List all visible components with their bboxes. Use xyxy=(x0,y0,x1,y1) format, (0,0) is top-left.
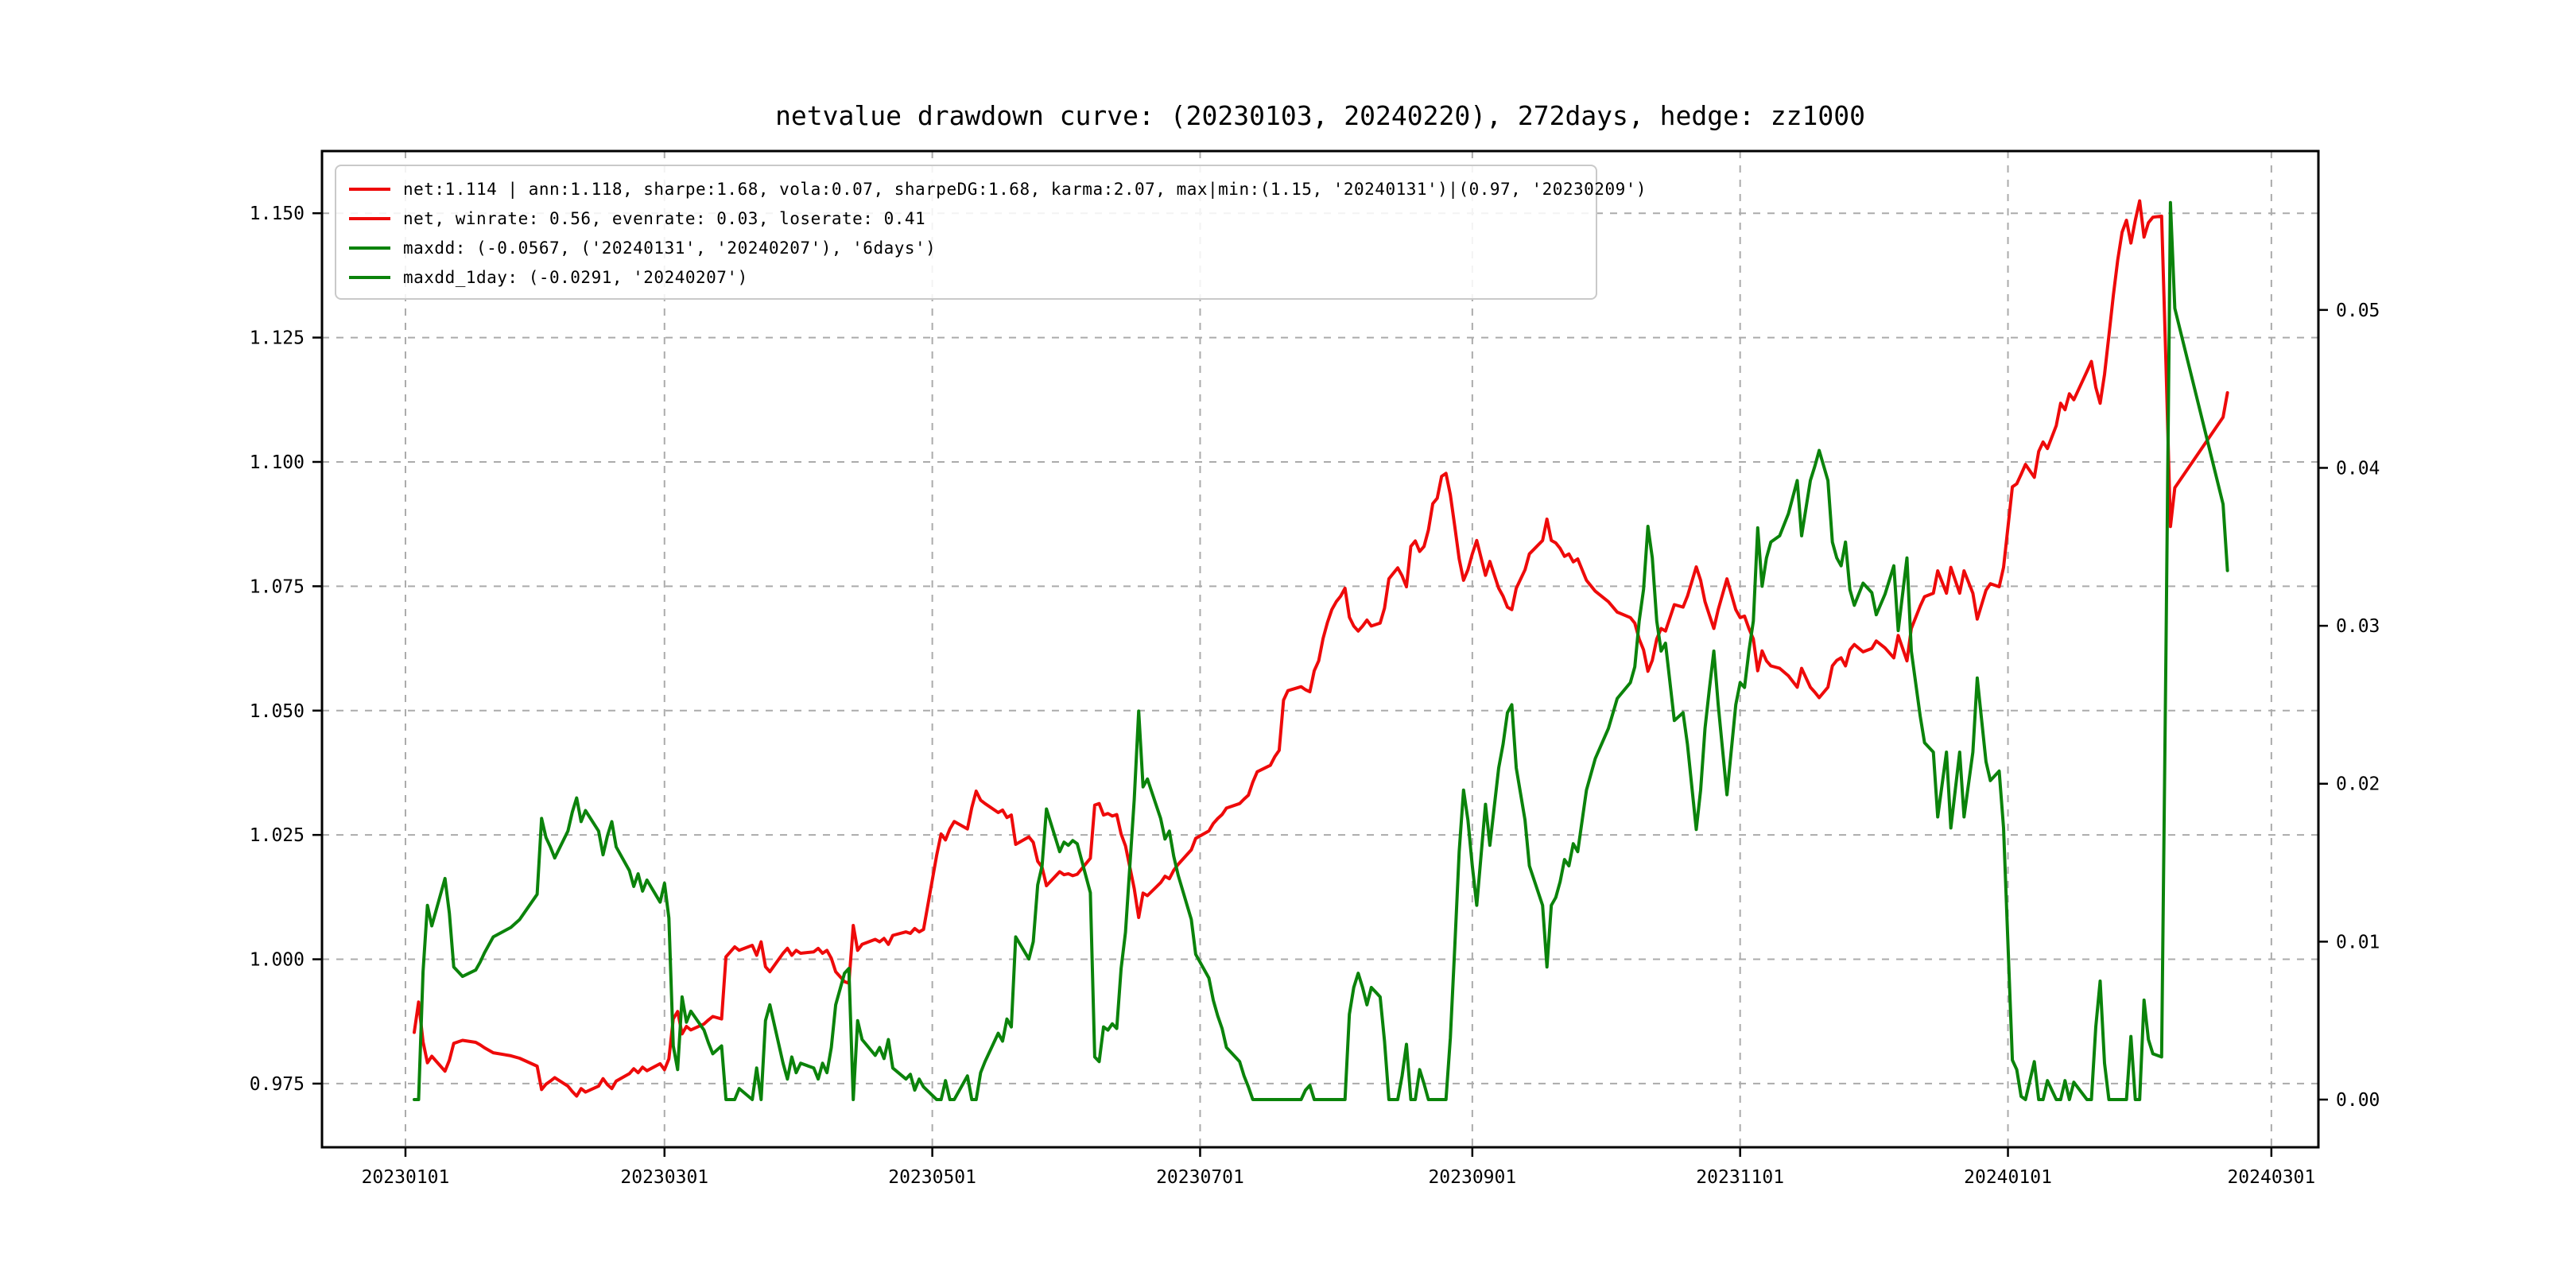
y-left-tick-label: 1.125 xyxy=(250,328,305,349)
y-left-tick-label: 1.025 xyxy=(250,825,305,846)
y-right-tick-label: 0.01 xyxy=(2336,932,2380,952)
y-left-tick-label: 1.050 xyxy=(250,701,305,722)
x-tick-label: 20240101 xyxy=(1964,1167,2052,1188)
tick-marks xyxy=(312,213,2328,1157)
series-lines xyxy=(414,201,2228,1100)
legend-label: maxdd: (-0.0567, ('20240131', '20240207'… xyxy=(403,239,936,258)
y-right-tick-label: 0.05 xyxy=(2336,301,2380,321)
x-tick-label: 20230701 xyxy=(1156,1167,1244,1188)
y-right-tick-label: 0.02 xyxy=(2336,774,2380,795)
figure: 20230101 20230301 20230501 20230701 20230901… xyxy=(0,0,2576,1288)
legend-label: net, winrate: 0.56, evenrate: 0.03, lose… xyxy=(403,209,925,228)
y-right-tick-label: 0.04 xyxy=(2336,458,2380,479)
legend-item-maxdd-1day: maxdd_1day: (-0.0291, '20240207') xyxy=(349,262,1596,292)
legend-item-net-rates: net, winrate: 0.56, evenrate: 0.03, lose… xyxy=(349,204,1596,233)
y-left-tick-label: 1.150 xyxy=(250,204,305,224)
maxdd-line-swatch xyxy=(349,246,390,250)
x-tick-label: 20230901 xyxy=(1428,1167,1516,1188)
legend-label: net:1.114 | ann:1.118, sharpe:1.68, vola… xyxy=(403,180,1647,199)
x-tick-label: 20240301 xyxy=(2227,1167,2315,1188)
maxdd-1day-line-swatch xyxy=(349,276,390,279)
x-tick-label: 20231101 xyxy=(1696,1167,1784,1188)
tick-labels: 20230101 20230301 20230501 20230701 20230901… xyxy=(250,204,2380,1188)
y-left-tick-label: 1.000 xyxy=(250,950,305,971)
net-line-swatch xyxy=(349,217,390,220)
legend-item-maxdd: maxdd: (-0.0567, ('20240131', '20240207'… xyxy=(349,233,1596,262)
net-line-swatch xyxy=(349,188,390,191)
legend-item-net-stats: net:1.114 | ann:1.118, sharpe:1.68, vola… xyxy=(349,174,1596,204)
legend-label: maxdd_1day: (-0.0291, '20240207') xyxy=(403,268,748,287)
x-tick-label: 20230101 xyxy=(362,1167,450,1188)
y-left-tick-label: 1.075 xyxy=(250,576,305,597)
chart-title: netvalue drawdown curve: (20230103, 2024… xyxy=(322,100,2318,131)
y-right-tick-label: 0.00 xyxy=(2336,1090,2380,1111)
legend-box: net:1.114 | ann:1.118, sharpe:1.68, vola… xyxy=(335,165,1597,300)
x-tick-label: 20230501 xyxy=(888,1167,976,1188)
x-tick-label: 20230301 xyxy=(620,1167,708,1188)
y-left-tick-label: 0.975 xyxy=(250,1074,305,1095)
y-right-tick-label: 0.03 xyxy=(2336,616,2380,637)
net-line xyxy=(414,201,2228,1096)
y-left-tick-label: 1.100 xyxy=(250,452,305,473)
